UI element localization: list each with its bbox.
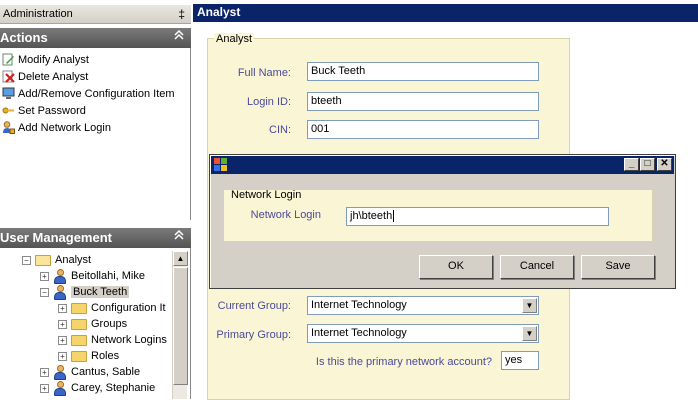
set-password-action[interactable]: Set Password — [2, 102, 86, 119]
dropdown-arrow-icon[interactable]: ▼ — [522, 298, 537, 313]
current-group-label: Current Group: — [217, 300, 291, 312]
expand-icon[interactable]: + — [58, 319, 67, 329]
pin-icon[interactable]: ‡ — [178, 7, 185, 21]
tree-node-label: Network Logins — [91, 334, 167, 346]
primary-network-field[interactable]: yes — [501, 351, 539, 370]
action-label: Delete Analyst — [18, 70, 89, 83]
tree-node-user-selected[interactable]: − Buck Teeth — [40, 284, 130, 300]
tree-node-folder[interactable]: + Groups — [58, 316, 127, 332]
primary-network-label: Is this the primary network account? — [315, 356, 492, 368]
maximize-icon[interactable]: □ — [640, 158, 655, 171]
scrollbar-thumb[interactable] — [173, 267, 188, 385]
tree-node-label: Groups — [91, 318, 128, 330]
scroll-up-icon[interactable]: ▲ — [173, 251, 188, 266]
primary-group-label: Primary Group: — [216, 329, 291, 341]
collapse-icon[interactable]: − — [22, 255, 31, 265]
user-management-tree: − Analyst + Beitollahi, Mike − Buck Teet… — [0, 248, 191, 399]
open-folder-icon — [35, 254, 51, 266]
tree-node-label: Beitollahi, Mike — [71, 270, 145, 282]
tree-node-user[interactable]: + Beitollahi, Mike — [40, 268, 145, 284]
administration-header[interactable]: Administration ‡ — [0, 5, 191, 24]
collapse-icon[interactable]: − — [40, 287, 49, 297]
user-management-header[interactable]: User Management — [0, 228, 191, 248]
cin-label: CIN: — [269, 124, 291, 136]
tree-node-label: Carey, Stephanie — [71, 382, 156, 394]
user-lock-icon — [2, 121, 15, 134]
current-group-value: Internet Technology — [311, 299, 407, 311]
actions-header[interactable]: Actions — [0, 28, 191, 48]
expand-icon[interactable]: + — [58, 335, 67, 345]
expand-icon[interactable]: + — [40, 383, 49, 393]
network-login-field-label: Network Login — [250, 209, 321, 221]
collapse-chevron-icon[interactable] — [174, 29, 184, 43]
text-caret — [393, 210, 395, 222]
ok-button[interactable]: OK — [419, 255, 493, 279]
tree-node-label: Roles — [91, 350, 120, 362]
actions-list: Modify Analyst Delete Analyst Add/Remove… — [0, 48, 191, 220]
tree-node-user[interactable]: + Carey, Stephanie — [40, 380, 155, 396]
key-icon — [2, 104, 15, 117]
folder-icon — [71, 350, 87, 362]
action-label: Add/Remove Configuration Item — [18, 87, 175, 100]
tree-node-label: Configuration It — [91, 302, 166, 314]
user-management-title: User Management — [0, 230, 112, 245]
expand-icon[interactable]: + — [58, 351, 67, 361]
user-icon — [53, 284, 67, 300]
collapse-chevron-icon[interactable] — [174, 229, 184, 243]
tree-scrollbar[interactable]: ▲ — [172, 251, 188, 399]
administration-title: Administration — [3, 8, 73, 20]
add-remove-configuration-item-action[interactable]: Add/Remove Configuration Item — [2, 85, 175, 102]
cin-field[interactable]: 001 — [307, 120, 539, 139]
tree-node-label: Buck Teeth — [71, 286, 130, 298]
network-login-input-value: jh\bteeth — [350, 210, 393, 222]
action-label: Add Network Login — [18, 121, 111, 134]
folder-icon — [71, 318, 87, 330]
add-network-login-action[interactable]: Add Network Login — [2, 119, 111, 136]
save-button[interactable]: Save — [581, 255, 655, 279]
full-name-label: Full Name: — [237, 67, 291, 79]
dialog-titlebar[interactable] — [211, 156, 674, 174]
login-id-field[interactable]: bteeth — [307, 92, 539, 111]
tree-node-folder[interactable]: + Network Logins — [58, 332, 167, 348]
expand-icon[interactable]: + — [40, 367, 49, 377]
user-icon — [53, 364, 67, 380]
tree-node-label: Cantus, Sable — [71, 366, 141, 378]
network-login-group-label: Network Login — [231, 189, 302, 201]
pencil-icon — [2, 53, 15, 66]
tree-node-label: Analyst — [55, 254, 92, 266]
tree-node-user[interactable]: + Cantus, Sable — [40, 364, 140, 380]
cancel-button[interactable]: Cancel — [500, 255, 574, 279]
user-icon — [53, 268, 67, 284]
network-login-input[interactable]: jh\bteeth — [346, 207, 609, 226]
analyst-group-label: Analyst — [214, 33, 255, 45]
action-label: Modify Analyst — [18, 53, 89, 66]
primary-group-value: Internet Technology — [311, 327, 407, 339]
computer-icon — [2, 87, 15, 100]
tree-node-folder[interactable]: + Roles — [58, 348, 119, 364]
full-name-field[interactable]: Buck Teeth — [307, 62, 539, 81]
current-group-select[interactable]: Internet Technology ▼ — [307, 296, 539, 315]
delete-x-icon — [2, 70, 15, 83]
dropdown-arrow-icon[interactable]: ▼ — [522, 326, 537, 341]
window-app-icon — [214, 158, 228, 175]
minimize-icon[interactable]: _ — [624, 158, 639, 171]
actions-title: Actions — [0, 30, 48, 45]
tree-node-analyst-root[interactable]: − Analyst — [22, 252, 91, 268]
tree-node-folder[interactable]: + Configuration It — [58, 300, 166, 316]
user-icon — [53, 380, 67, 396]
expand-icon[interactable]: + — [40, 271, 49, 281]
modify-analyst-action[interactable]: Modify Analyst — [2, 51, 89, 68]
folder-icon — [71, 334, 87, 346]
delete-analyst-action[interactable]: Delete Analyst — [2, 68, 88, 85]
expand-icon[interactable]: + — [58, 303, 67, 313]
analyst-panel-title: Analyst — [193, 4, 698, 22]
folder-icon — [71, 302, 87, 314]
close-icon[interactable]: ✕ — [657, 158, 672, 171]
primary-group-select[interactable]: Internet Technology ▼ — [307, 324, 539, 343]
action-label: Set Password — [18, 104, 86, 117]
login-id-label: Login ID: — [246, 96, 291, 108]
